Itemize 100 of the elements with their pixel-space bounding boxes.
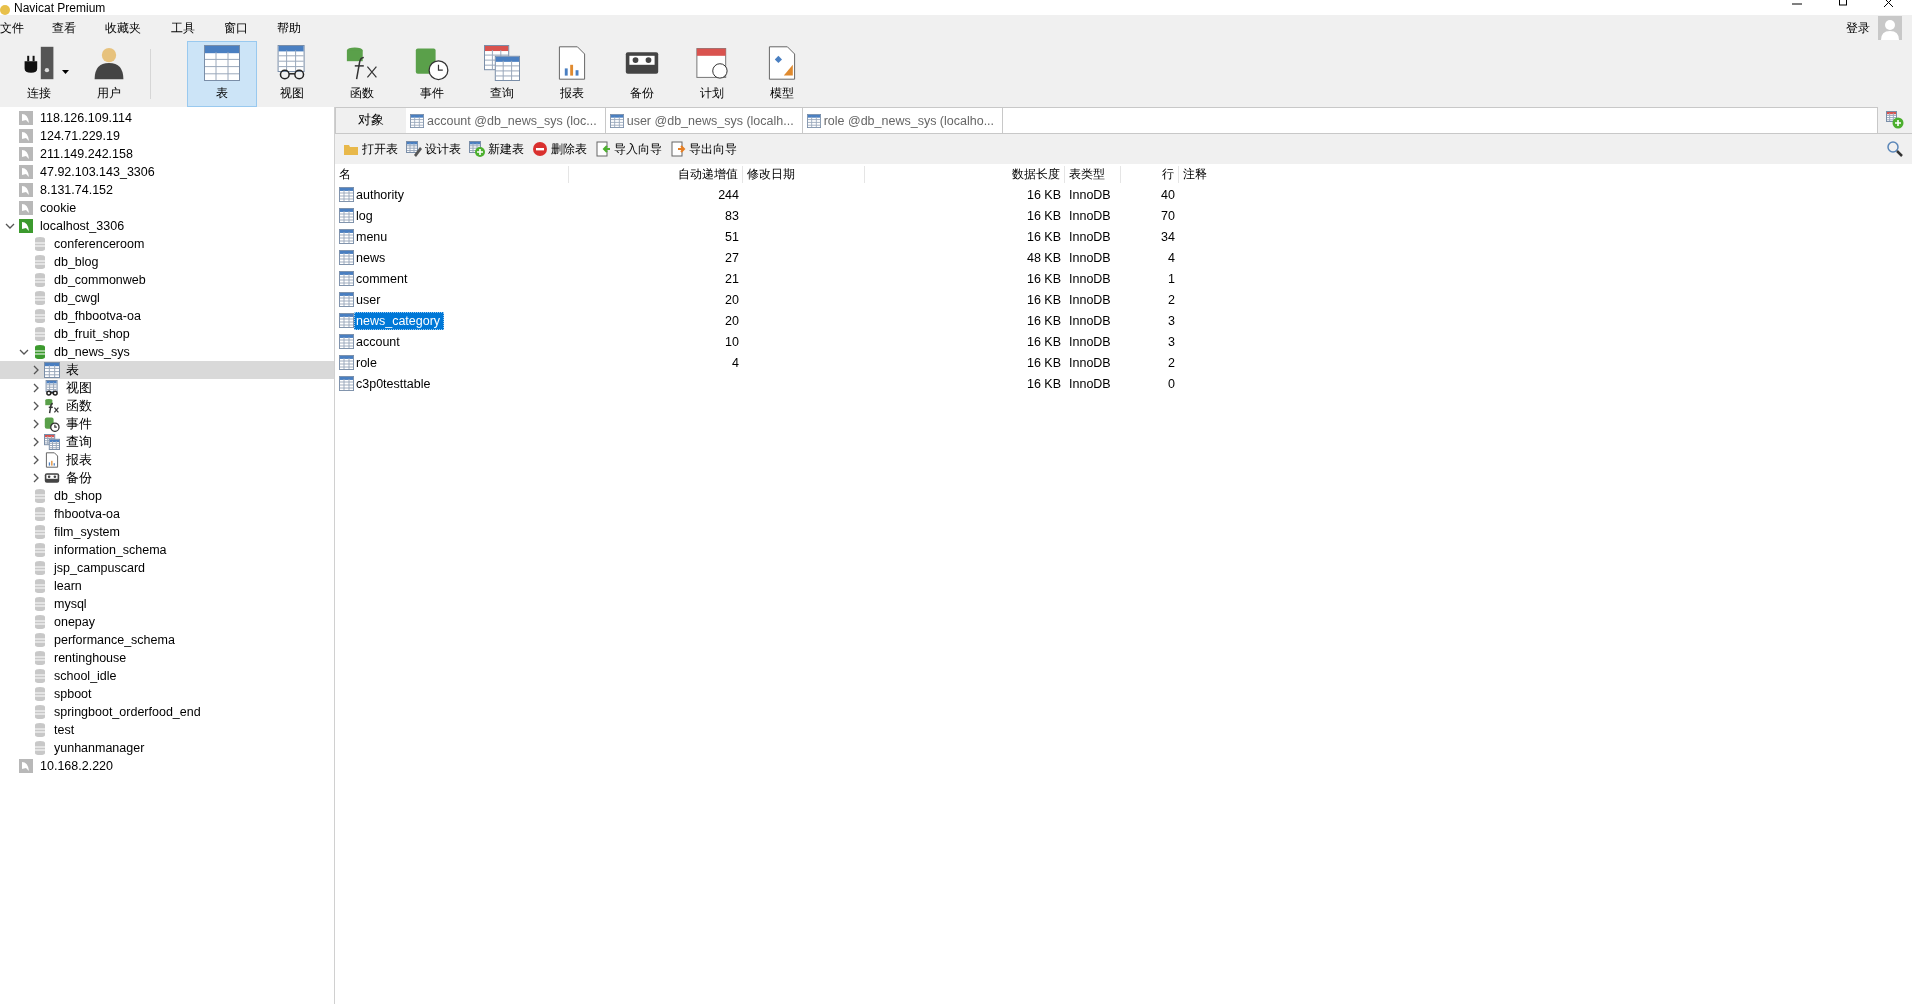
tree-item[interactable]: film_system [0,523,334,541]
tree-item[interactable]: information_schema [0,541,334,559]
tree-item[interactable]: 8.131.74.152 [0,181,334,199]
tree-item[interactable]: 124.71.229.19 [0,127,334,145]
table-cell-text: 0 [1167,376,1176,391]
tree-item[interactable]: 10.168.2.220 [0,757,334,775]
menu-item[interactable]: 查看 [52,19,76,37]
tree-item[interactable]: db_news_sys [0,343,334,361]
menu-item[interactable]: 帮助 [277,19,301,37]
tree-item[interactable]: jsp_campuscard [0,559,334,577]
toolbar-button[interactable]: 打开表 [339,140,402,158]
tree-item[interactable]: fhbootva-oa [0,505,334,523]
table-cell-text: 3 [1167,313,1176,328]
table-cell-text: 16 KB [1025,292,1062,307]
tree-item[interactable]: performance_schema [0,631,334,649]
tree-item[interactable]: db_cwgl [0,289,334,307]
tree-item[interactable]: 备份 [0,469,334,487]
column-header[interactable]: 注释 [1179,165,1299,183]
table-cell-text: 51 [724,229,740,244]
column-header[interactable]: 自动递增值 [569,165,743,183]
table-cell-text: 16 KB [1025,229,1062,244]
table-cell-text: 244 [717,187,740,202]
tree-item[interactable]: 表 [0,361,334,379]
table-cell-text: 16 KB [1025,313,1062,328]
table-cell-text: 16 KB [1025,208,1062,223]
toolbar-button[interactable]: 新建表 [465,140,528,158]
tree-item[interactable]: springboot_orderfood_end [0,703,334,721]
table-icon [339,250,354,265]
tree-item[interactable]: spboot [0,685,334,703]
table-icon [339,313,354,328]
app-logo-icon [0,5,10,15]
tree-item[interactable]: cookie [0,199,334,217]
table-name[interactable]: comment [354,269,412,288]
tree-item[interactable]: 事件 [0,415,334,433]
tree-item[interactable]: 视图 [0,379,334,397]
toolbar-button[interactable]: 设计表 [402,140,465,158]
toolbar-button[interactable]: 计划 [677,41,747,107]
login-link[interactable]: 登录 [1846,19,1870,37]
toolbar-button[interactable]: 连接 [4,41,74,107]
search-icon[interactable] [1886,140,1904,158]
tree-item[interactable]: rentinghouse [0,649,334,667]
tree-item[interactable]: onepay [0,613,334,631]
tree-item[interactable]: conferenceroom [0,235,334,253]
table-cell-text: 16 KB [1025,376,1062,391]
column-header[interactable]: 修改日期 [743,165,865,183]
toolbar-button[interactable]: 查询 [467,41,537,107]
toolbar-button[interactable]: 视图 [257,41,327,107]
column-header[interactable]: 数据长度 [865,165,1065,183]
tree-item[interactable]: db_commonweb [0,271,334,289]
column-header[interactable]: 表类型 [1065,165,1121,183]
tree-item[interactable]: test [0,721,334,739]
table-name[interactable]: authority [354,185,408,204]
table-name[interactable]: account [354,332,404,351]
toolbar-button[interactable]: 函数 [327,41,397,107]
tree-item[interactable]: 118.126.109.114 [0,109,334,127]
table-name[interactable]: news [354,248,390,267]
tree-item[interactable]: mysql [0,595,334,613]
column-header[interactable]: 名 [335,165,569,183]
tree-item[interactable]: 47.92.103.143_3306 [0,163,334,181]
table-name[interactable]: news_category [354,311,445,330]
menu-item[interactable]: 工具 [171,19,195,37]
tree-item[interactable]: yunhanmanager [0,739,334,757]
table-cell-text: InnoDB [1068,292,1112,307]
toolbar-button[interactable]: 模型 [747,41,817,107]
tree-item[interactable]: 报表 [0,451,334,469]
table-name[interactable]: log [354,206,377,225]
table-cell-text: 2 [1167,292,1176,307]
column-header[interactable]: 行 [1121,165,1179,183]
table-name[interactable]: c3p0testtable [354,374,435,393]
menu-item[interactable]: 文件 [0,19,24,37]
menu-item[interactable]: 窗口 [224,19,248,37]
table-name[interactable]: role [354,353,381,372]
toolbar-button[interactable]: 导出向导 [666,140,741,158]
toolbar-button[interactable]: 导入向导 [591,140,666,158]
tree-item[interactable]: db_fhbootva-oa [0,307,334,325]
table-cell-text: InnoDB [1068,355,1112,370]
tree-item[interactable]: db_shop [0,487,334,505]
tree-item[interactable]: localhost_3306 [0,217,334,235]
table-name[interactable]: user [354,290,385,309]
toolbar-button[interactable]: 备份 [607,41,677,107]
tree-item[interactable]: db_fruit_shop [0,325,334,343]
table-name[interactable]: menu [354,227,392,246]
query-icon [484,45,520,81]
tab[interactable]: 对象 [336,108,406,133]
tree-item[interactable]: db_blog [0,253,334,271]
tree-item[interactable]: learn [0,577,334,595]
table-cell-text: 16 KB [1025,271,1062,286]
menu-item[interactable]: 收藏夹 [105,19,141,37]
toolbar-button[interactable]: 删除表 [528,140,591,158]
toolbar-button[interactable]: 事件 [397,41,467,107]
toolbar-button[interactable]: 表 [187,41,257,107]
tree-item[interactable]: 查询 [0,433,334,451]
toolbar-button[interactable]: 用户 [74,41,144,107]
table-icon [339,292,354,307]
tree-item[interactable]: school_idle [0,667,334,685]
toolbar-button[interactable]: 报表 [537,41,607,107]
calendar-icon [694,45,730,81]
tree-item[interactable]: 函数 [0,397,334,415]
tree-item[interactable]: 211.149.242.158 [0,145,334,163]
caret-icon[interactable] [62,70,69,75]
